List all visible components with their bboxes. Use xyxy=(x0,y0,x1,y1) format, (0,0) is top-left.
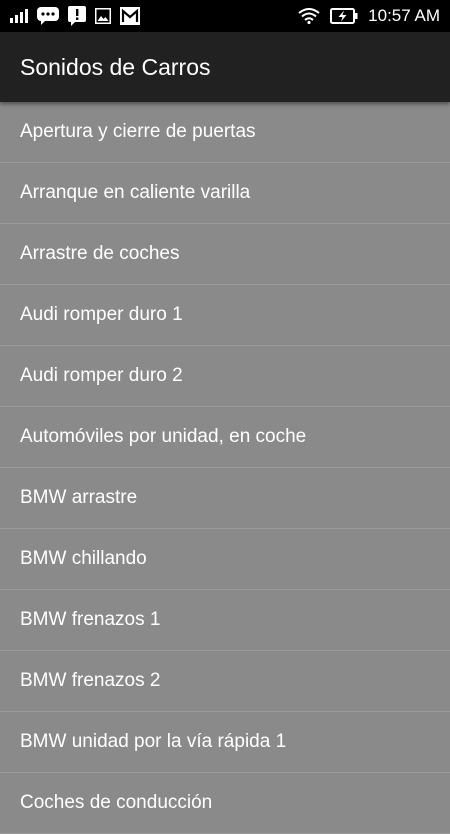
signal-icon xyxy=(10,9,28,23)
list-item[interactable]: Audi romper duro 2 xyxy=(0,346,450,407)
list-item-label: BMW unidad por la vía rápida 1 xyxy=(20,731,287,752)
list-item[interactable]: BMW unidad por la vía rápida 1 xyxy=(0,712,450,773)
sound-list: Apertura y cierre de puertas Arranque en… xyxy=(0,102,450,834)
list-item-label: BMW frenazos 2 xyxy=(20,670,161,691)
list-item[interactable]: BMW frenazos 2 xyxy=(0,651,450,712)
clock-time: 10:57 AM xyxy=(368,6,440,25)
list-item[interactable]: Coches de conducción xyxy=(0,773,450,834)
list-item-label: BMW arrastre xyxy=(20,487,138,508)
list-item[interactable]: Automóviles por unidad, en coche xyxy=(0,407,450,468)
image-icon xyxy=(95,8,111,24)
list-item[interactable]: Audi romper duro 1 xyxy=(0,285,450,346)
list-item-label: Arranque en caliente varilla xyxy=(20,182,251,203)
list-item-label: BMW chillando xyxy=(20,548,147,569)
status-bar: 10:57 AM xyxy=(0,0,450,32)
list-item[interactable]: BMW frenazos 1 xyxy=(0,590,450,651)
list-item-label: Coches de conducción xyxy=(20,792,213,813)
list-item[interactable]: BMW chillando xyxy=(0,529,450,590)
alert-icon xyxy=(68,6,86,26)
list-item[interactable]: Apertura y cierre de puertas xyxy=(0,102,450,163)
notification-icons xyxy=(10,6,140,26)
list-item[interactable]: BMW arrastre xyxy=(0,468,450,529)
chat-icon xyxy=(37,7,59,25)
list-item[interactable]: Arranque en caliente varilla xyxy=(0,163,450,224)
list-item-label: Audi romper duro 1 xyxy=(20,304,183,325)
list-item-label: Automóviles por unidad, en coche xyxy=(20,426,307,447)
app-bar: Sonidos de Carros xyxy=(0,32,450,102)
list-item[interactable]: Arrastre de coches xyxy=(0,224,450,285)
gmail-icon xyxy=(120,7,140,25)
list-item-label: Apertura y cierre de puertas xyxy=(20,121,256,142)
list-item-label: Arrastre de coches xyxy=(20,243,180,264)
system-icons: 10:57 AM xyxy=(298,5,440,27)
wifi-icon xyxy=(298,8,320,24)
app-title: Sonidos de Carros xyxy=(20,54,211,80)
list-item-label: Audi romper duro 2 xyxy=(20,365,183,386)
list-item-label: BMW frenazos 1 xyxy=(20,609,161,630)
battery-charging-icon xyxy=(330,8,358,24)
